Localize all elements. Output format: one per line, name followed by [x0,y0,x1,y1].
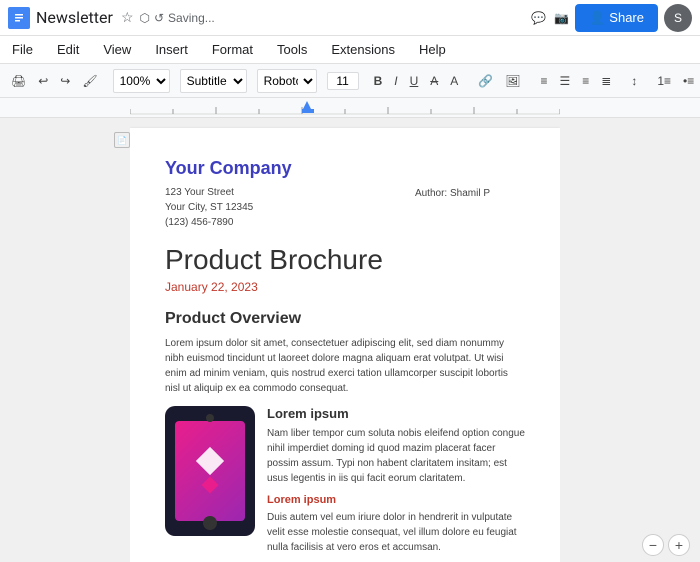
style-select[interactable]: Subtitle [180,69,247,93]
meet-icon[interactable]: 📷 [554,11,569,25]
address-line3: (123) 456-7890 [165,215,525,230]
align-center-button[interactable]: ☰ [555,71,576,91]
lorem-subtitle-body: Duis autem vel eum iriure dolor in hendr… [267,510,525,555]
toolbar: 🖨 ↩ ↪ 🖌 100% Subtitle Roboto B I U A A 🔗… [0,64,700,98]
left-margin: 📄 [0,118,130,562]
numbered-list-button[interactable]: 1≡ [652,71,676,91]
menu-file[interactable]: File [8,40,37,59]
document-main-title: Product Brochure [165,244,525,276]
italic-button[interactable]: I [389,71,402,91]
menu-tools[interactable]: Tools [273,40,311,59]
ruler-svg [130,99,560,117]
menu-edit[interactable]: Edit [53,40,83,59]
bold-button[interactable]: B [369,71,388,91]
company-name: Your Company [165,158,525,179]
page-header: Your Company 123 Your Street Your City, … [165,158,525,230]
top-bar: Newsletter ☆ ⬡ ↺ Saving... 💬 📷 👤 Share S [0,0,700,36]
line-spacing-button[interactable]: ↕ [626,71,642,91]
menu-extensions[interactable]: Extensions [327,40,399,59]
document-title[interactable]: Newsletter [36,8,113,27]
strikethrough-button[interactable]: A [425,71,443,91]
font-size-input[interactable] [327,72,359,90]
address-line2: Your City, ST 12345 [165,200,525,215]
redo-icon[interactable]: ↪ [55,71,75,91]
text-color-button[interactable]: A [445,71,463,91]
docs-icon [8,7,30,29]
menu-bar: File Edit View Insert Format Tools Exten… [0,36,700,64]
align-right-button[interactable]: ≡ [577,71,594,91]
side-note-icon[interactable]: 📄 [114,132,130,148]
undo-icon[interactable]: ↩ [33,71,53,91]
lorem-body: Nam liber tempor cum soluta nobis eleife… [267,426,525,486]
print-icon[interactable]: 🖨 [6,71,31,91]
share-icon: 👤 [589,10,605,26]
justify-button[interactable]: ≣ [596,71,616,91]
history-icon[interactable]: ↺ [154,11,164,25]
zoom-select[interactable]: 100% [113,69,170,93]
underline-button[interactable]: U [405,71,424,91]
top-bar-right: 💬 📷 [531,11,569,25]
zoom-controls: − + [642,534,690,556]
menu-help[interactable]: Help [415,40,450,59]
menu-format[interactable]: Format [208,40,257,59]
share-label: Share [609,10,644,25]
section1-title: Product Overview [165,310,525,328]
align-left-button[interactable]: ≡ [536,71,553,91]
phone-screen [175,421,245,521]
menu-insert[interactable]: Insert [151,40,192,59]
lorem-subtitle: Lorem ipsum [267,494,525,506]
font-select[interactable]: Roboto [257,69,317,93]
comment-icon[interactable]: 💬 [531,11,546,25]
author-line: Author: Shamil P [415,188,490,199]
user-avatar[interactable]: S [664,4,692,32]
move-icon[interactable]: ⬡ [140,11,150,25]
share-button[interactable]: 👤 Share [575,4,658,32]
document-page: Your Company 123 Your Street Your City, … [130,128,560,562]
content-area: 📄 Your Company 123 Your Street Your City… [0,118,700,562]
zoom-in-button[interactable]: + [668,534,690,556]
two-col-section: Lorem ipsum Nam liber tempor cum soluta … [165,406,525,562]
star-icon[interactable]: ☆ [121,9,134,26]
lorem-title: Lorem ipsum [267,406,525,421]
right-margin [560,118,700,562]
phone-image [165,406,255,536]
phone-speaker [206,414,214,422]
top-icons: ⬡ ↺ Saving... [140,11,215,25]
ruler [0,98,700,118]
link-button[interactable]: 🔗 [473,71,498,91]
saving-status: Saving... [168,11,215,25]
section1-body: Lorem ipsum dolor sit amet, consectetuer… [165,336,525,396]
phone-home-button [203,516,217,530]
page-wrapper[interactable]: Your Company 123 Your Street Your City, … [130,118,560,562]
col-text: Lorem ipsum Nam liber tempor cum soluta … [267,406,525,562]
menu-view[interactable]: View [99,40,135,59]
document-date: January 22, 2023 [165,280,525,294]
zoom-out-button[interactable]: − [642,534,664,556]
paint-format-icon[interactable]: 🖌 [77,71,102,91]
image-button[interactable]: 🖼 [500,71,525,91]
bullet-list-button[interactable]: •≡ [678,71,699,91]
